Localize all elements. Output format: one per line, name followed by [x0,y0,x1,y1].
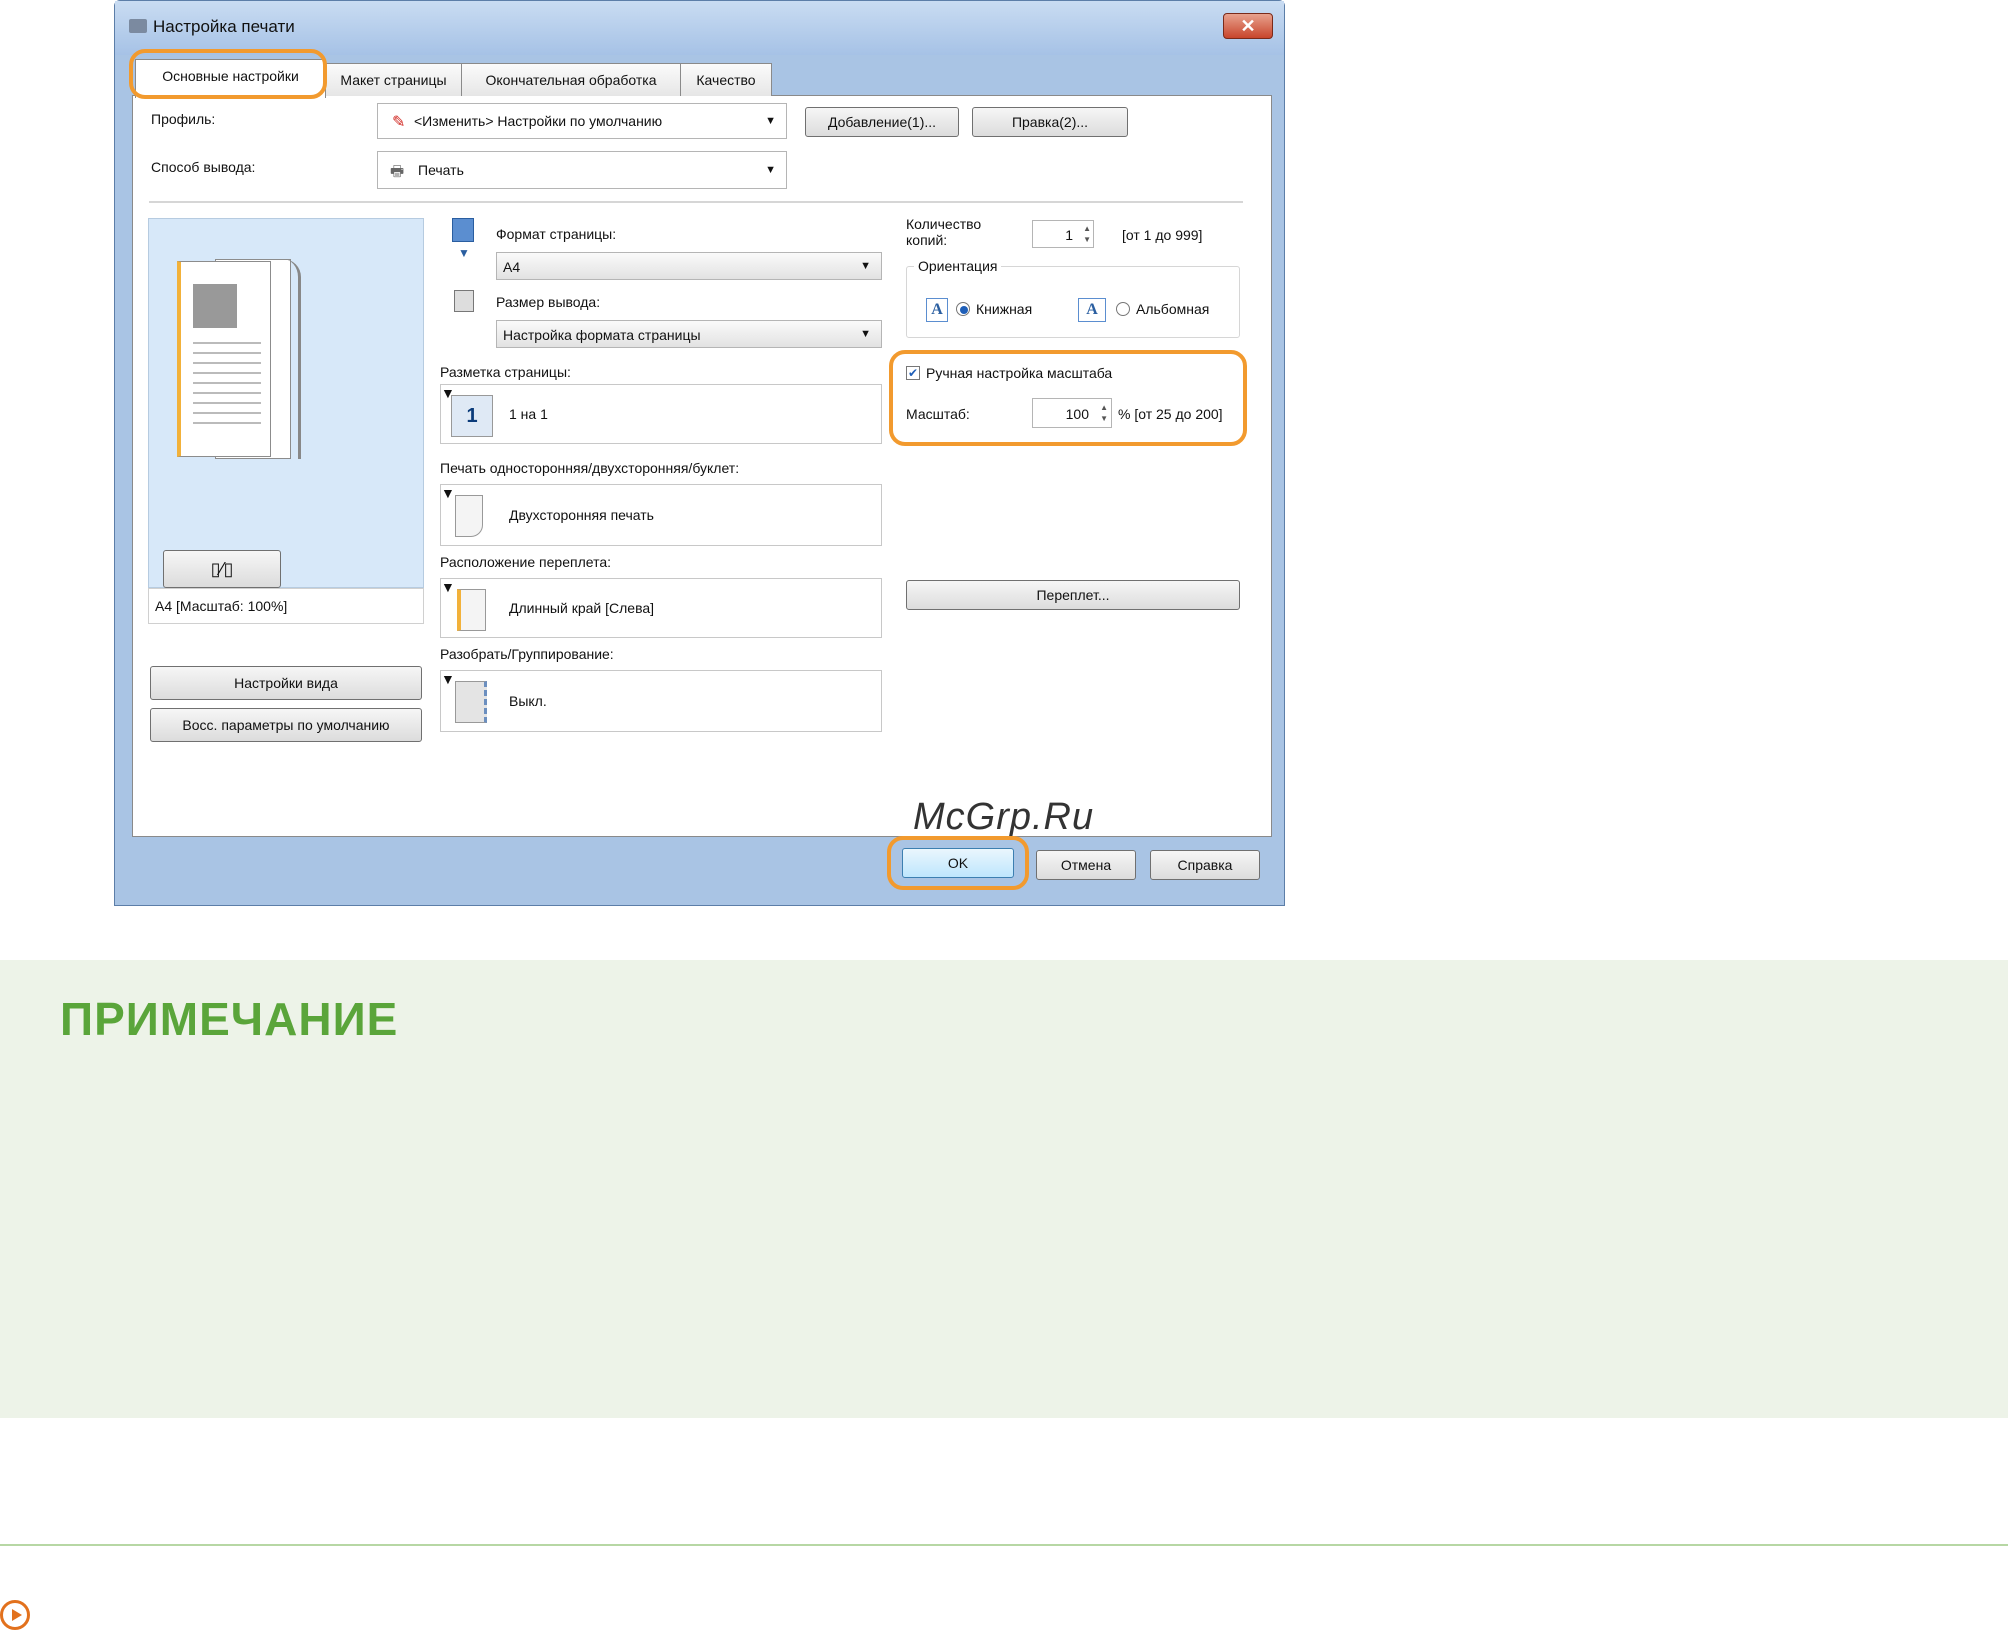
profile-value: <Изменить> Настройки по умолчанию [414,113,663,129]
manual-scaling-checkbox[interactable]: ✔ [906,366,920,380]
orientation-legend: Ориентация [914,258,1002,274]
pencil-icon: ✎ [392,114,406,131]
close-button[interactable]: ✕ [1223,13,1273,39]
landscape-icon: A [1078,298,1106,322]
separator [149,201,1243,203]
arrow-down-icon: ▼ [458,246,470,260]
profile-label: Профиль: [151,111,216,127]
chevron-down-icon: ▼ [765,164,776,176]
page-layout-select[interactable]: 1 1 на 1 ▼ [440,384,882,444]
collate-select[interactable]: Выкл. ▼ [440,670,882,732]
help-button[interactable]: Справка [1150,850,1260,880]
title-bar[interactable]: Настройка печати ✕ [115,1,1284,55]
output-method-value: Печать [418,162,464,178]
binding-location-value: Длинный край [Слева] [509,600,655,616]
spinner-arrows-icon[interactable]: ▲ ▼ [1083,223,1091,245]
output-size-label: Размер вывода: [496,294,601,310]
note-title: ПРИМЕЧАНИЕ [60,993,399,1045]
profile-edit-button[interactable]: Правка(2)... [972,107,1128,137]
chevron-down-icon: ▼ [765,115,776,127]
binding-location-select[interactable]: Длинный край [Слева] ▼ [440,578,882,638]
output-method-select[interactable]: 🖶 Печать ▼ [377,151,787,189]
scale-spinner[interactable]: 100 ▲ ▼ [1032,398,1112,428]
profile-add-button[interactable]: Добавление(1)... [805,107,959,137]
collate-label: Разобрать/Группирование: [440,646,614,662]
spinner-arrows-icon[interactable]: ▲ ▼ [1100,402,1108,424]
profile-select[interactable]: ✎ <Изменить> Настройки по умолчанию ▼ [377,103,787,139]
layout-1-icon: 1 [451,395,493,437]
preview-caption: A4 [Масштаб: 100%] [155,598,288,614]
landscape-label: Альбомная [1136,301,1210,317]
restore-defaults-button[interactable]: Восс. параметры по умолчанию [150,708,422,742]
output-size-icon [454,290,474,312]
output-size-select[interactable]: Настройка формата страницы ▼ [496,320,882,348]
chevron-down-icon: ▼ [441,671,455,687]
page-size-select[interactable]: A4 ▼ [496,252,882,280]
output-method-label: Способ вывода: [151,159,256,175]
footer-divider [0,1544,2008,1546]
tab-highlight [129,49,327,99]
page-size-label: Формат страницы: [496,226,617,242]
cancel-button[interactable]: Отмена [1036,850,1136,880]
page-flip-icon: ▯⁄▯ [210,559,234,579]
page-layout-label: Разметка страницы: [440,364,571,380]
duplex-label: Печать односторонняя/двухсторонняя/букле… [440,460,740,476]
landscape-radio[interactable] [1116,302,1130,316]
duplex-icon [455,495,483,537]
duplex-value: Двухсторонняя печать [509,507,654,523]
binding-edge-icon [457,589,486,631]
copies-spinner[interactable]: 1 ▲ ▼ [1032,220,1094,248]
copies-range: [от 1 до 999] [1122,227,1203,243]
page-layout-value: 1 на 1 [509,406,548,422]
duplex-select[interactable]: Двухсторонняя печать ▼ [440,484,882,546]
scale-range: % [от 25 до 200] [1118,406,1223,422]
ok-button[interactable]: OK [902,848,1014,878]
output-size-value: Настройка формата страницы [503,327,701,343]
page-preview: ▯⁄▯ [148,218,424,588]
portrait-icon: A [926,298,948,322]
play-arrow-icon[interactable] [0,1600,30,1630]
manual-scaling-label: Ручная настройка масштаба [926,365,1113,381]
preview-mode-toggle-button[interactable]: ▯⁄▯ [163,550,281,588]
collate-value: Выкл. [509,693,547,709]
page-size-icon [452,218,474,242]
portrait-radio[interactable] [956,302,970,316]
dialog-title: Настройка печати [153,17,295,36]
chevron-down-icon: ▼ [860,260,871,272]
tab-quality[interactable]: Качество [680,63,772,96]
printer-small-icon: 🖶 [390,163,405,180]
copies-label: Количество копий: [906,216,982,248]
preview-caption-box: A4 [Масштаб: 100%] [148,588,424,624]
portrait-label: Книжная [976,301,1033,317]
preview-front-page [177,261,271,457]
collate-icon [455,681,487,723]
page-size-value: A4 [503,259,521,275]
printer-icon [129,19,147,33]
tab-finishing[interactable]: Окончательная обработка [461,63,681,96]
view-settings-button[interactable]: Настройки вида [150,666,422,700]
chevron-down-icon: ▼ [860,328,871,340]
chevron-down-icon: ▼ [441,579,455,595]
binding-button[interactable]: Переплет... [906,580,1240,610]
tab-page-layout[interactable]: Макет страницы [325,63,462,96]
watermark: McGrp.Ru [913,796,1095,838]
binding-location-label: Расположение переплета: [440,554,611,570]
scale-value: 100 [1065,406,1089,422]
chevron-down-icon: ▼ [441,485,455,501]
copies-value: 1 [1065,227,1073,243]
scale-label: Масштаб: [906,406,970,422]
